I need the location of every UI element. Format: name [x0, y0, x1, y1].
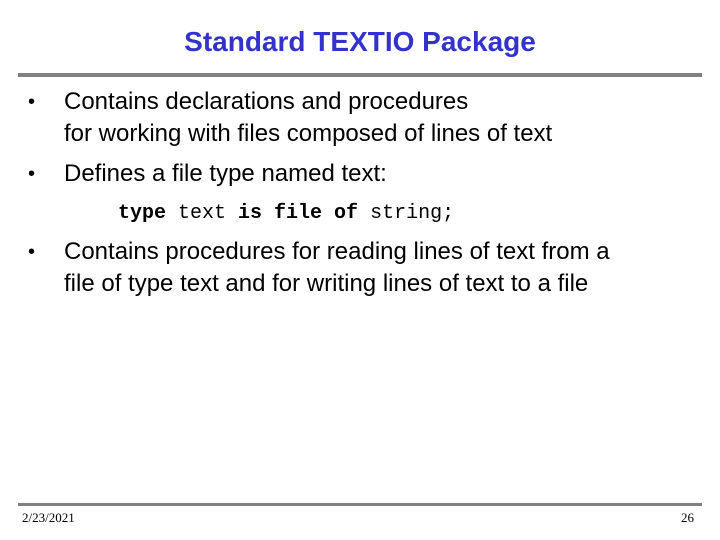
- page-number: 26: [681, 510, 694, 525]
- bullet-dot-icon: •: [28, 241, 36, 263]
- bullet-text: Defines a file type named text:: [64, 158, 387, 190]
- bullet-line: Contains procedures for reading lines of…: [64, 238, 610, 265]
- bullet-line: for working with files composed of lines…: [64, 120, 553, 147]
- code-identifier: text: [166, 202, 239, 225]
- bullet-line: Contains declarations and procedures: [64, 88, 469, 115]
- bullet-text: Contains procedures for reading lines of…: [64, 236, 610, 300]
- slide: Standard TEXTIO Package • Contains decla…: [0, 0, 720, 540]
- bullet-text: Contains declarations and procedures for…: [64, 86, 552, 150]
- footer-divider: [18, 503, 702, 506]
- bullet-dot-icon: •: [28, 91, 36, 113]
- code-keyword: type: [118, 202, 167, 225]
- bullet-line: Defines a file type named text:: [64, 160, 387, 187]
- code-snippet: type text is file of string;: [118, 200, 454, 228]
- code-identifier: string;: [358, 202, 455, 225]
- bullet-line: file of type text and for writing lines …: [64, 270, 589, 297]
- slide-title: Standard TEXTIO Package: [184, 26, 536, 57]
- footer-date: 2/23/2021: [22, 510, 75, 525]
- code-keyword: is file of: [238, 202, 359, 225]
- title-divider: [18, 73, 702, 77]
- bullet-dot-icon: •: [28, 163, 36, 185]
